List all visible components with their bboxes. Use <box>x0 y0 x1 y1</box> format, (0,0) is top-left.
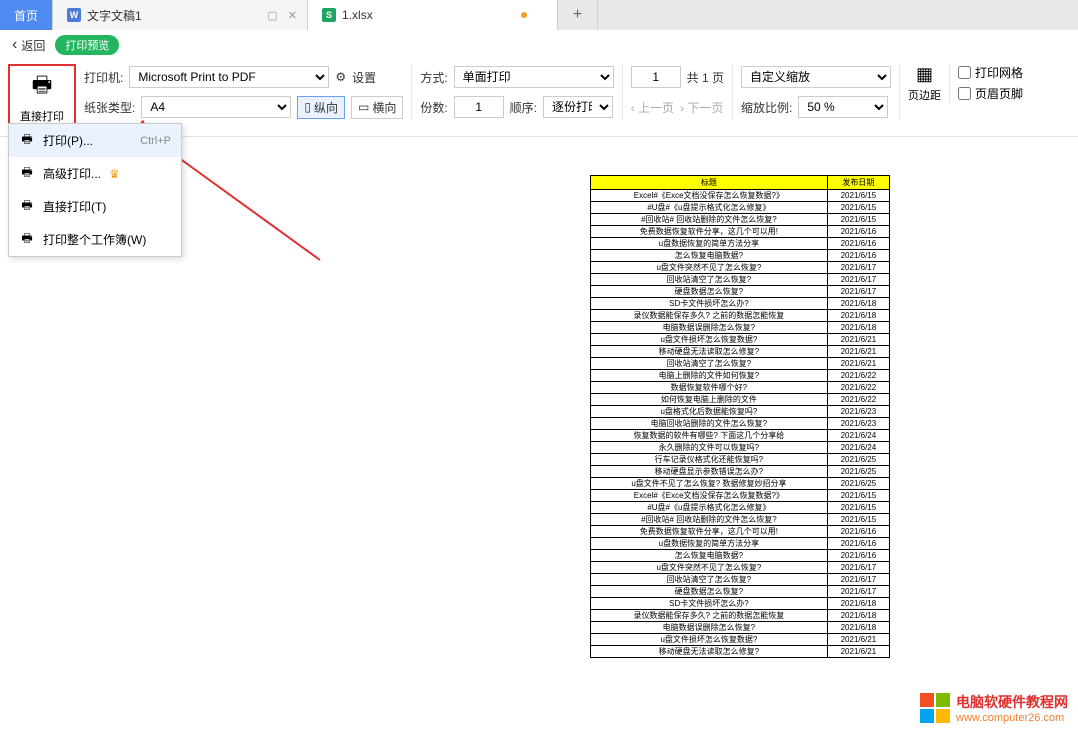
table-row: 怎么恢复电脑数据?2021/6/16 <box>591 550 890 562</box>
mode-select[interactable]: 单面打印 <box>454 66 614 88</box>
table-row: 录仪数据能保存多久? 之前的数据怎能恢复2021/6/18 <box>591 310 890 322</box>
highlight-box: 🖶 直接打印 <box>8 64 76 128</box>
ratio-label: 缩放比例: <box>741 99 792 116</box>
menu-advanced-print[interactable]: 🖶 高级打印... ♛ <box>9 157 181 190</box>
table-row: u盘文件损坏怎么恢复数据?2021/6/21 <box>591 634 890 646</box>
menu-print-workbook[interactable]: 🖶 打印整个工作簿(W) <box>9 223 181 256</box>
table-row: 硬盘数据怎么恢复?2021/6/17 <box>591 586 890 598</box>
print-preview-page: 标题 发布日期 Excel#《Exce文档没保存怎么恢复数据?》2021/6/1… <box>550 175 930 658</box>
table-row: 移动硬盘显示参数错误怎么办?2021/6/25 <box>591 466 890 478</box>
table-row: 回收站清空了怎么恢复?2021/6/17 <box>591 574 890 586</box>
table-row: 电脑数据误删除怎么恢复?2021/6/18 <box>591 622 890 634</box>
tab-label: 文字文稿1 <box>87 7 142 24</box>
print-dropdown-menu: 🖶 打印(P)... Ctrl+P 🖶 高级打印... ♛ 🖶 直接打印(T) … <box>8 123 182 257</box>
data-table: 标题 发布日期 Excel#《Exce文档没保存怎么恢复数据?》2021/6/1… <box>590 175 890 658</box>
printer-icon: 🖶 <box>19 196 35 217</box>
ratio-select[interactable]: 50 % <box>798 96 888 118</box>
tab-spreadsheet[interactable]: S 1.xlsx <box>308 0 558 30</box>
direct-print-button[interactable]: 🖶 直接打印 <box>12 68 72 124</box>
tab-add[interactable]: + <box>558 0 598 30</box>
table-row: u盘数据恢复的简单方法分享2021/6/16 <box>591 538 890 550</box>
table-row: u盘文件突然不见了怎么恢复?2021/6/17 <box>591 562 890 574</box>
table-row: 电脑回收站删除的文件怎么恢复?2021/6/23 <box>591 418 890 430</box>
header-footer-checkbox[interactable]: 页眉页脚 <box>958 85 1023 102</box>
margin-button[interactable]: ▦ 页边距 <box>908 64 941 103</box>
table-row: Excel#《Exce文档没保存怎么恢复数据?》2021/6/15 <box>591 190 890 202</box>
table-row: 恢复数据的软件有哪些? 下面这几个分享给2021/6/24 <box>591 430 890 442</box>
tab-close-icon[interactable]: ✕ <box>288 9 297 22</box>
table-row: #U盘#《u盘提示格式化怎么修复》2021/6/15 <box>591 202 890 214</box>
table-row: 移动硬盘无法读取怎么修复?2021/6/21 <box>591 646 890 658</box>
table-row: 电脑数据误删除怎么恢复?2021/6/18 <box>591 322 890 334</box>
mode-label: 方式: <box>420 69 447 86</box>
printer-icon: 🖶 <box>32 68 53 106</box>
preview-badge: 打印预览 <box>55 35 119 55</box>
tab-window-icon[interactable]: ▢ <box>267 9 277 22</box>
table-row: 电脑上删除的文件如何恢复?2021/6/22 <box>591 370 890 382</box>
table-row: 移动硬盘无法读取怎么修复?2021/6/21 <box>591 346 890 358</box>
windows-logo-icon <box>920 693 950 723</box>
crown-icon: ♛ <box>109 167 120 181</box>
printer-label: 打印机: <box>84 69 123 86</box>
printer-icon: 🖶 <box>19 229 35 250</box>
next-page-button[interactable]: › 下一页 <box>680 99 723 116</box>
back-button[interactable]: 返回 <box>12 36 45 54</box>
column-header: 标题 <box>591 176 828 190</box>
back-row: 返回 打印预览 <box>0 30 1078 60</box>
table-row: u盘文件损坏怎么恢复数据?2021/6/21 <box>591 334 890 346</box>
watermark: 电脑软硬件教程网 www.computer26.com <box>920 692 1068 724</box>
paper-label: 纸张类型: <box>84 99 135 116</box>
printer-icon: 🖶 <box>19 130 35 151</box>
table-row: 永久删除的文件可以恢复吗?2021/6/24 <box>591 442 890 454</box>
settings-label[interactable]: 设置 <box>352 69 376 86</box>
table-row: 如何恢复电脑上删除的文件2021/6/22 <box>591 394 890 406</box>
grid-checkbox[interactable]: 打印网格 <box>958 64 1023 81</box>
table-row: u盘文件突然不见了怎么恢复?2021/6/17 <box>591 262 890 274</box>
table-row: Excel#《Exce文档没保存怎么恢复数据?》2021/6/15 <box>591 490 890 502</box>
order-label: 顺序: <box>510 99 537 116</box>
printer-icon: 🖶 <box>19 163 35 184</box>
table-row: #回收站# 回收站删除的文件怎么恢复?2021/6/15 <box>591 514 890 526</box>
page-total: 共 1 页 <box>687 69 724 86</box>
table-row: 回收站清空了怎么恢复?2021/6/17 <box>591 274 890 286</box>
tab-label: 1.xlsx <box>342 8 373 22</box>
table-row: 回收站清空了怎么恢复?2021/6/21 <box>591 358 890 370</box>
tab-document[interactable]: W 文字文稿1 ▢ ✕ <box>53 0 308 30</box>
column-header: 发布日期 <box>827 176 889 190</box>
table-row: 行车记录仪格式化还能恢复吗?2021/6/25 <box>591 454 890 466</box>
table-row: 硬盘数据怎么恢复?2021/6/17 <box>591 286 890 298</box>
menu-print[interactable]: 🖶 打印(P)... Ctrl+P <box>9 124 181 157</box>
tab-bar: 首页 W 文字文稿1 ▢ ✕ S 1.xlsx + <box>0 0 1078 30</box>
order-select[interactable]: 逐份打印 <box>543 96 613 118</box>
landscape-button[interactable]: ▭ 横向 <box>351 96 403 119</box>
printer-select[interactable]: Microsoft Print to PDF <box>129 66 329 88</box>
paper-select[interactable]: A4 <box>141 96 291 118</box>
margin-icon: ▦ <box>916 64 933 85</box>
unsaved-indicator <box>521 12 527 18</box>
table-row: u盘文件不见了怎么恢复? 数据修复妙招分享2021/6/25 <box>591 478 890 490</box>
table-row: u盘数据恢复的简单方法分享2021/6/16 <box>591 238 890 250</box>
copies-input[interactable] <box>454 96 504 118</box>
table-row: #U盘#《u盘提示格式化怎么修复》2021/6/15 <box>591 502 890 514</box>
table-row: SD卡文件损坏怎么办?2021/6/18 <box>591 598 890 610</box>
portrait-button[interactable]: ▯ 纵向 <box>297 96 345 119</box>
table-row: #回收站# 回收站删除的文件怎么恢复?2021/6/15 <box>591 214 890 226</box>
table-row: 免费数据恢复软件分享，这几个可以用!2021/6/16 <box>591 526 890 538</box>
copies-label: 份数: <box>420 99 447 116</box>
page-input[interactable] <box>631 66 681 88</box>
tab-home[interactable]: 首页 <box>0 0 53 30</box>
zoom-select[interactable]: 自定义缩放 <box>741 66 891 88</box>
table-row: u盘格式化后数据能恢复吗?2021/6/23 <box>591 406 890 418</box>
table-row: 数据恢复软件哪个好?2021/6/22 <box>591 382 890 394</box>
sheet-icon: S <box>322 8 336 22</box>
table-row: SD卡文件损坏怎么办?2021/6/18 <box>591 298 890 310</box>
table-row: 录仪数据能保存多久? 之前的数据怎能恢复2021/6/18 <box>591 610 890 622</box>
settings-icon[interactable]: ⚙ <box>335 70 346 84</box>
prev-page-button[interactable]: ‹ 上一页 <box>631 99 674 116</box>
word-icon: W <box>67 8 81 22</box>
table-row: 怎么恢复电脑数据?2021/6/16 <box>591 250 890 262</box>
table-row: 免费数据恢复软件分享，这几个可以用!2021/6/16 <box>591 226 890 238</box>
menu-direct-print[interactable]: 🖶 直接打印(T) <box>9 190 181 223</box>
